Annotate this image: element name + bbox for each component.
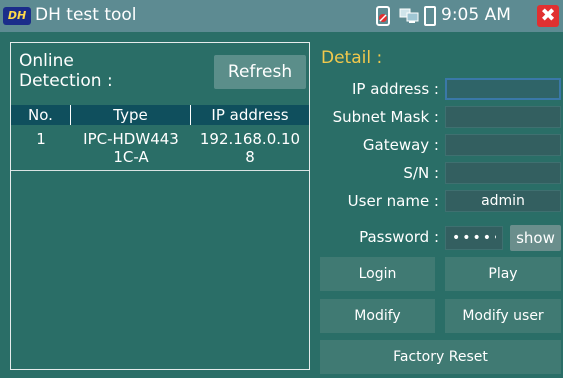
user-name-field[interactable] <box>445 190 561 212</box>
gateway-field[interactable] <box>445 134 561 156</box>
column-header-ip: IP address <box>211 106 289 124</box>
column-header-type: Type <box>71 105 191 125</box>
online-title-line1: Online <box>19 51 74 71</box>
online-title-line2: Detection : <box>19 71 113 91</box>
row-ip: 192.168.0.108 <box>199 130 301 166</box>
title-bar: DH DH test tool 9:05 AM ✖ <box>0 0 563 32</box>
row-type: IPC-HDW4431C-A <box>83 130 179 166</box>
clock: 9:05 AM <box>441 5 511 25</box>
modify-button[interactable]: Modify <box>320 299 435 333</box>
network-icon <box>399 8 419 23</box>
online-detection-title: Online Detection : <box>19 51 113 91</box>
row-no: 1 <box>36 130 46 148</box>
table-row[interactable]: 1 IPC-HDW4431C-A 192.168.0.108 <box>11 127 309 171</box>
gateway-label: Gateway : <box>362 136 439 154</box>
modify-user-button[interactable]: Modify user <box>445 299 561 333</box>
battery-icon <box>424 6 436 26</box>
serial-number-label: S/N : <box>403 164 439 182</box>
app-title: DH test tool <box>35 5 137 25</box>
ip-address-label: IP address : <box>352 80 439 98</box>
subnet-mask-label: Subnet Mask : <box>332 108 439 126</box>
detail-title: Detail : <box>321 48 383 68</box>
factory-reset-button[interactable]: Factory Reset <box>320 340 561 374</box>
column-header-no: No. <box>11 105 71 125</box>
show-password-button[interactable]: show <box>510 225 561 251</box>
detail-panel: Detail : IP address : Subnet Mask : Gate… <box>314 42 563 378</box>
password-label: Password : <box>359 228 439 246</box>
login-button[interactable]: Login <box>320 257 435 291</box>
no-sim-icon <box>376 6 390 26</box>
subnet-mask-field[interactable] <box>445 106 561 128</box>
ip-address-field[interactable] <box>445 78 561 100</box>
play-button[interactable]: Play <box>445 257 561 291</box>
online-detection-panel: Online Detection : Refresh No. Type IP a… <box>10 42 310 370</box>
close-icon[interactable]: ✖ <box>537 5 559 27</box>
app-logo: DH <box>3 7 31 25</box>
user-name-label: User name : <box>347 192 439 210</box>
device-table-header: No. Type IP address <box>11 105 309 125</box>
password-field[interactable] <box>445 226 503 250</box>
refresh-button[interactable]: Refresh <box>214 55 306 89</box>
serial-number-field[interactable] <box>445 162 561 184</box>
